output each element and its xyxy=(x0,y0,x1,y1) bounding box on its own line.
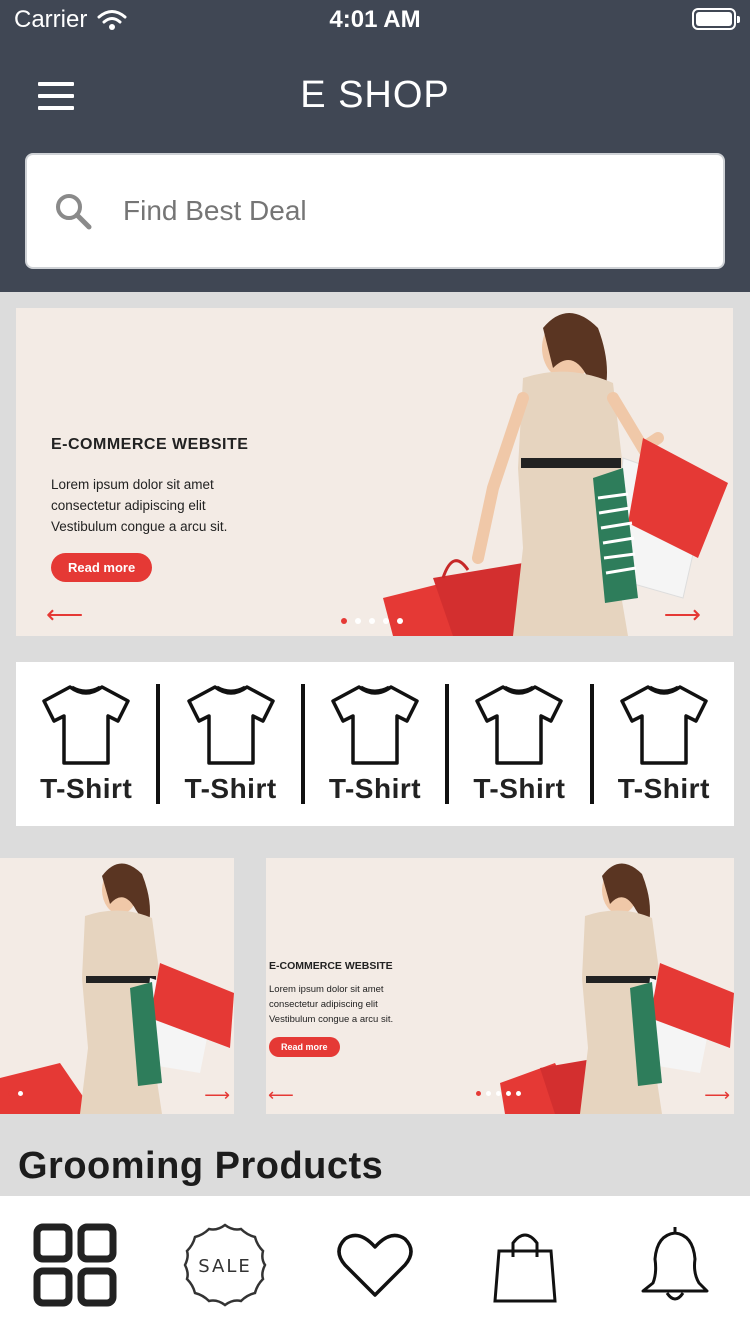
app-header: E SHOP xyxy=(0,40,750,152)
top-area: Carrier 4:01 AM E SHOP xyxy=(0,0,750,292)
bottom-tab-bar: SALE xyxy=(0,1196,750,1334)
bell-icon xyxy=(641,1227,709,1301)
promo-body-line: consectetur adipiscing elit xyxy=(269,999,378,1010)
promo-card-right[interactable]: E-COMMERCE WEBSITE Lorem ipsum dolor sit… xyxy=(266,858,734,1114)
sale-badge-icon: SALE xyxy=(183,1223,267,1307)
category-item[interactable]: T-Shirt xyxy=(449,662,589,826)
tab-sale[interactable]: SALE xyxy=(180,1220,270,1310)
banner-body: Lorem ipsum dolor sit amet consectetur a… xyxy=(51,474,311,537)
promo-title: E-COMMERCE WEBSITE xyxy=(269,960,393,972)
prev-arrow[interactable]: ⟵ xyxy=(268,1085,294,1106)
tshirt-icon xyxy=(620,685,708,765)
grid-icon xyxy=(33,1223,117,1307)
category-item[interactable]: T-Shirt xyxy=(305,662,445,826)
category-strip: T-Shirt T-Shirt T-Shirt T-Shirt T-Shirt xyxy=(16,662,734,826)
shopping-woman-image xyxy=(500,863,734,1114)
category-label: T-Shirt xyxy=(473,773,566,804)
category-label: T-Shirt xyxy=(184,773,277,804)
tshirt-icon xyxy=(475,685,564,765)
banner-text: E-COMMERCE WEBSITE Lorem ipsum dolor sit… xyxy=(51,436,311,582)
carousel-dots xyxy=(8,1091,23,1096)
banner-body-line: Vestibulum congue a arcu sit. xyxy=(51,519,228,534)
promo-body: Lorem ipsum dolor sit amet consectetur a… xyxy=(269,982,459,1027)
banner-title: E-COMMERCE WEBSITE xyxy=(51,436,249,453)
tshirt-icon xyxy=(331,685,419,765)
carousel-dots xyxy=(341,618,403,624)
app-title: E SHOP xyxy=(300,74,450,116)
status-time: 4:01 AM xyxy=(329,6,421,33)
tab-notifications[interactable] xyxy=(630,1220,720,1310)
banner-body-line: consectetur adipiscing elit xyxy=(51,498,206,513)
search-input[interactable] xyxy=(123,195,683,227)
next-arrow[interactable]: ⟶ xyxy=(204,1085,230,1106)
read-more-button[interactable]: Read more xyxy=(51,553,153,582)
sale-label: SALE xyxy=(198,1256,251,1277)
prev-arrow[interactable]: ⟵ xyxy=(46,599,83,630)
next-arrow[interactable]: ⟶ xyxy=(704,1085,730,1106)
category-label: T-Shirt xyxy=(328,773,422,804)
carousel-dots xyxy=(476,1091,521,1096)
category-label: T-Shirt xyxy=(40,773,133,804)
promo-text: E-COMMERCE WEBSITE Lorem ipsum dolor sit… xyxy=(269,960,459,1057)
next-arrow[interactable]: ⟶ xyxy=(664,599,701,630)
tshirt-icon xyxy=(186,685,275,765)
tab-cart[interactable] xyxy=(480,1220,570,1310)
hero-banner[interactable]: E-COMMERCE WEBSITE Lorem ipsum dolor sit… xyxy=(16,308,733,636)
shopping-woman-image xyxy=(383,313,728,636)
read-more-button[interactable]: Read more xyxy=(269,1037,340,1057)
promo-body-line: Vestibulum congue a arcu sit. xyxy=(269,1014,394,1025)
category-item[interactable]: T-Shirt xyxy=(16,662,156,826)
section-title: Grooming Products xyxy=(18,1145,384,1187)
promo-card-left[interactable]: ⟶ xyxy=(0,858,234,1114)
search-icon xyxy=(56,194,92,230)
category-item[interactable]: T-Shirt xyxy=(594,662,734,826)
shopping-bag-icon xyxy=(493,1233,557,1303)
tshirt-icon xyxy=(42,685,130,765)
heart-icon xyxy=(337,1233,413,1297)
category-item[interactable]: T-Shirt xyxy=(160,662,300,826)
tab-wishlist[interactable] xyxy=(330,1220,420,1310)
shopping-woman-image xyxy=(0,863,234,1114)
promo-body-line: Lorem ipsum dolor sit amet xyxy=(269,984,384,995)
banner-body-line: Lorem ipsum dolor sit amet xyxy=(51,477,214,492)
category-label: T-Shirt xyxy=(617,773,710,804)
search-bar[interactable] xyxy=(25,153,725,269)
battery-icon xyxy=(692,8,740,30)
status-bar: Carrier 4:01 AM xyxy=(0,0,750,40)
tab-categories[interactable] xyxy=(30,1220,120,1310)
